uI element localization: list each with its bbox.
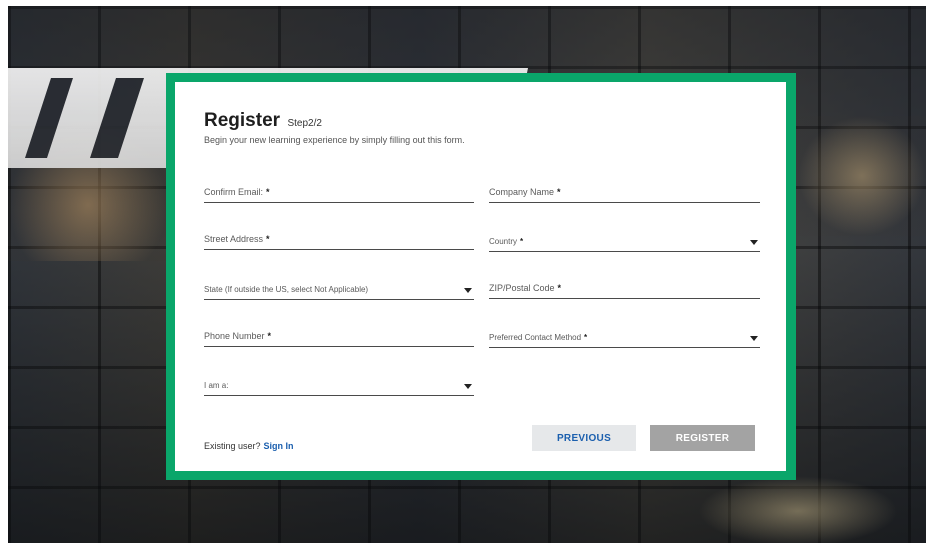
- state-label: State (If outside the US, select Not App…: [204, 285, 369, 294]
- background-window-light: [798, 116, 926, 236]
- company-name-label: Company Name: [489, 187, 555, 197]
- register-form-card: Register Step2/2 Begin your new learning…: [175, 82, 786, 471]
- required-mark: *: [266, 187, 270, 197]
- company-name-field[interactable]: Company Name *: [489, 183, 760, 203]
- state-select[interactable]: State (If outside the US, select Not App…: [204, 280, 474, 300]
- zip-field[interactable]: ZIP/Postal Code *: [489, 279, 760, 299]
- country-select[interactable]: Country *: [489, 232, 760, 252]
- form-subtitle: Begin your new learning experience by si…: [204, 135, 465, 145]
- register-button[interactable]: REGISTER: [650, 425, 755, 451]
- chevron-down-icon: [750, 336, 758, 341]
- required-mark: *: [267, 331, 272, 341]
- step-indicator: Step2/2: [287, 118, 322, 129]
- country-label: Country: [489, 237, 518, 246]
- required-mark: *: [557, 283, 562, 293]
- existing-user-row: Existing user? Sign In: [204, 441, 294, 451]
- phone-number-field[interactable]: Phone Number *: [204, 327, 474, 347]
- street-address-field[interactable]: Street Address *: [204, 230, 474, 250]
- register-modal-frame: Register Step2/2 Begin your new learning…: [166, 73, 796, 480]
- confirm-email-label: Confirm Email:: [204, 187, 264, 197]
- chevron-down-icon: [464, 288, 472, 293]
- confirm-email-field[interactable]: Confirm Email: *: [204, 183, 474, 203]
- i-am-a-label: I am a:: [204, 381, 229, 390]
- chevron-down-icon: [750, 240, 758, 245]
- required-mark: *: [557, 187, 561, 197]
- existing-user-text: Existing user?: [204, 441, 261, 451]
- sign-in-link[interactable]: Sign In: [264, 441, 294, 451]
- chevron-down-icon: [464, 384, 472, 389]
- form-header: Register Step2/2: [204, 110, 322, 132]
- street-address-label: Street Address: [204, 234, 264, 244]
- phone-number-label: Phone Number: [204, 331, 265, 341]
- previous-button[interactable]: PREVIOUS: [532, 425, 636, 451]
- contact-method-label: Preferred Contact Method: [489, 333, 582, 342]
- i-am-a-select[interactable]: I am a:: [204, 376, 474, 396]
- background-window-light: [698, 476, 898, 543]
- zip-label: ZIP/Postal Code: [489, 283, 555, 293]
- required-mark: *: [520, 237, 524, 246]
- required-mark: *: [266, 234, 270, 244]
- required-mark: *: [584, 333, 588, 342]
- form-title: Register: [204, 110, 281, 131]
- contact-method-select[interactable]: Preferred Contact Method *: [489, 328, 760, 348]
